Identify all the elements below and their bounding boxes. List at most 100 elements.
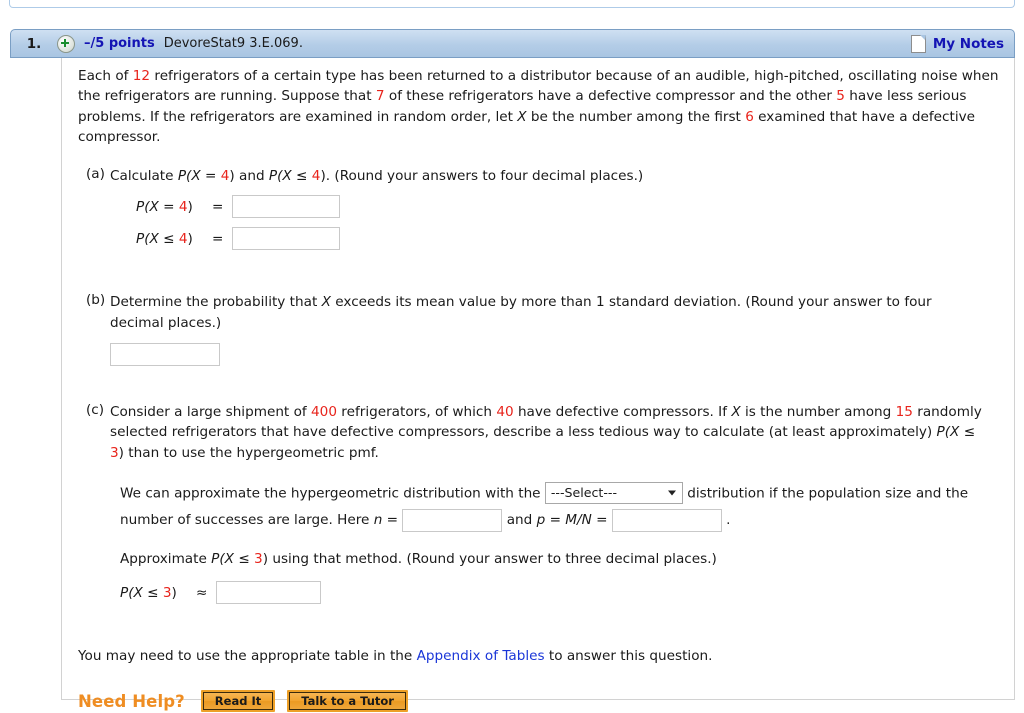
part-c-t1: Consider a large shipment of (110, 404, 312, 421)
appendix-note: You may need to use the appropriate tabl… (78, 648, 1000, 664)
and-connector-label: and (506, 512, 533, 529)
need-help-row: Need Help? Read It Talk to a Tutor (78, 690, 1000, 713)
part-a-row2-rel: ≤ (158, 230, 179, 247)
part-c-n2: 40 (496, 404, 514, 421)
appendix-note-t2: to answer this question. (544, 648, 713, 665)
part-a-prompt-t2: and (234, 168, 269, 185)
part-a: (a) Calculate P(X = 4) and P(X ≤ 4). (Ro… (78, 166, 1000, 251)
part-c-t2: refrigerators, of which (336, 404, 497, 421)
part-c-t6: than to use the hypergeometric pmf. (123, 444, 379, 461)
part-a-row-2-operator: = (212, 230, 224, 247)
part-a-row-2: P(X ≤ 4) = (110, 227, 1000, 251)
approx-prompt-p-n: 3 (254, 551, 263, 568)
my-notes-button[interactable]: My Notes (910, 34, 1004, 53)
question-number: 1. (26, 35, 42, 52)
part-c-ans-x: X (133, 584, 143, 601)
note-page-icon (910, 34, 926, 53)
part-c-approximate-prompt: Approximate P(X ≤ 3) using that method. … (78, 548, 1000, 570)
stem-var-x: X (517, 108, 527, 125)
part-a-row2-n: 4 (178, 230, 188, 247)
stem-t5: be the number among the first (526, 108, 746, 125)
part-a-answer-input-2[interactable] (232, 227, 341, 251)
part-c-ans-n: 3 (162, 584, 172, 601)
part-a-answer-input-1[interactable] (232, 195, 341, 219)
part-a-row2-close: ) (187, 230, 193, 247)
part-a-prompt-p1: P( (177, 168, 192, 185)
part-a-prompt-eq2: ≤ (291, 168, 312, 185)
part-c-answer-operator: ≈ (196, 584, 208, 601)
part-c-body: Consider a large shipment of 400 refrige… (110, 402, 1000, 463)
part-c-ans-rel: ≤ (142, 584, 163, 601)
part-a-row-1: P(X = 4) = (110, 195, 1000, 219)
part-a-row2-x: X (149, 230, 159, 247)
part-a-row-1-label: P(X = 4) (136, 197, 210, 217)
approx-prompt-t2: using that method. (Round your answer to… (268, 551, 717, 568)
n-symbol-label: n (373, 512, 383, 529)
part-a-row-2-label: P(X ≤ 4) (136, 229, 210, 249)
approx-text-1: We can approximate the hypergeometric di… (120, 485, 541, 502)
part-c-var-x: X (731, 404, 741, 421)
approx-prompt-p-x: X (224, 551, 234, 568)
part-a-row1-close: ) (187, 198, 193, 215)
trailing-period: . (726, 512, 731, 529)
part-c-answer-input[interactable] (216, 581, 322, 605)
part-b-answer-input[interactable] (110, 343, 220, 367)
p-equals-sign-2: = (596, 512, 608, 529)
question-header-bar: 1. –/5 points DevoreStat9 3.E.069. My No… (10, 29, 1015, 58)
part-c-ans-close: ) (171, 584, 177, 601)
part-a-row-1-operator: = (212, 198, 224, 215)
part-a-prompt-x2: X (282, 168, 292, 185)
n-equals-sign: = (386, 512, 399, 529)
approx-prompt-p-open: P( (211, 551, 225, 568)
appendix-of-tables-link[interactable]: Appendix of Tables (417, 648, 545, 664)
need-help-label: Need Help? (78, 691, 185, 711)
part-c-p-x: X (950, 424, 960, 441)
p-symbol-label: p (536, 512, 546, 529)
part-c-label: (c) (86, 402, 105, 419)
talk-to-a-tutor-button[interactable]: Talk to a Tutor (287, 690, 408, 713)
points-label: –/5 points (84, 36, 155, 51)
part-c: (c) Consider a large shipment of 400 ref… (78, 402, 1000, 463)
part-c-n3: 15 (895, 404, 913, 421)
appendix-note-t1: You may need to use the appropriate tabl… (78, 648, 417, 665)
question-content: Each of 12 refrigerators of a certain ty… (78, 66, 1000, 713)
part-a-row1-rel: = (158, 198, 179, 215)
plus-circle-icon[interactable] (57, 34, 75, 53)
distribution-select[interactable]: ---Select--- (544, 481, 683, 504)
part-a-row2-p: P( (136, 230, 150, 247)
p-value-input[interactable] (611, 508, 722, 532)
part-b-t1: Determine the probability that (110, 294, 322, 311)
part-a-prompt-t1: Calculate (110, 168, 178, 185)
part-c-ans-open: P( (120, 584, 134, 601)
part-c-p-open: P( (936, 424, 951, 441)
part-c-p-n: 3 (110, 444, 119, 461)
question-reference: DevoreStat9 3.E.069. (163, 36, 303, 51)
part-b-body: Determine the probability that X exceeds… (110, 292, 1000, 367)
p-equals-sign-1: = (549, 512, 561, 529)
part-c-approximation-paragraph: We can approximate the hypergeometric di… (78, 480, 1000, 535)
read-it-button[interactable]: Read It (200, 690, 276, 713)
part-c-answer-label: P(X ≤ 3) (120, 585, 194, 601)
stem-t1: Each of (78, 68, 133, 84)
part-a-row1-n: 4 (178, 198, 188, 215)
part-a-row1-p: P( (136, 198, 150, 215)
previous-question-box-edge (9, 0, 1015, 8)
stem-n2: 7 (375, 88, 385, 105)
my-notes-label: My Notes (932, 35, 1004, 52)
problem-statement: Each of 12 refrigerators of a certain ty… (78, 66, 1000, 147)
part-a-prompt-x1: X (191, 168, 201, 185)
part-c-answer-row: P(X ≤ 3) ≈ (78, 581, 1000, 605)
distribution-select-wrapper[interactable]: ---Select--- (544, 480, 683, 507)
approx-prompt-t1: Approximate (120, 551, 212, 568)
part-a-prompt-p2: P( (268, 168, 283, 185)
part-a-prompt-t3: . (Round your answers to four decimal pl… (325, 168, 644, 185)
part-a-prompt-eq1: = (200, 168, 221, 185)
part-a-body: Calculate P(X = 4) and P(X ≤ 4). (Round … (110, 166, 1000, 251)
stem-n1: 12 (132, 68, 151, 84)
n-value-input[interactable] (402, 508, 503, 532)
part-c-prompt: Consider a large shipment of 400 refrige… (110, 402, 990, 463)
part-b-prompt: Determine the probability that X exceeds… (110, 292, 972, 333)
part-a-label: (a) (86, 166, 105, 183)
stem-t3: of these refrigerators have a defective … (384, 88, 837, 105)
stem-n4: 6 (745, 108, 754, 125)
